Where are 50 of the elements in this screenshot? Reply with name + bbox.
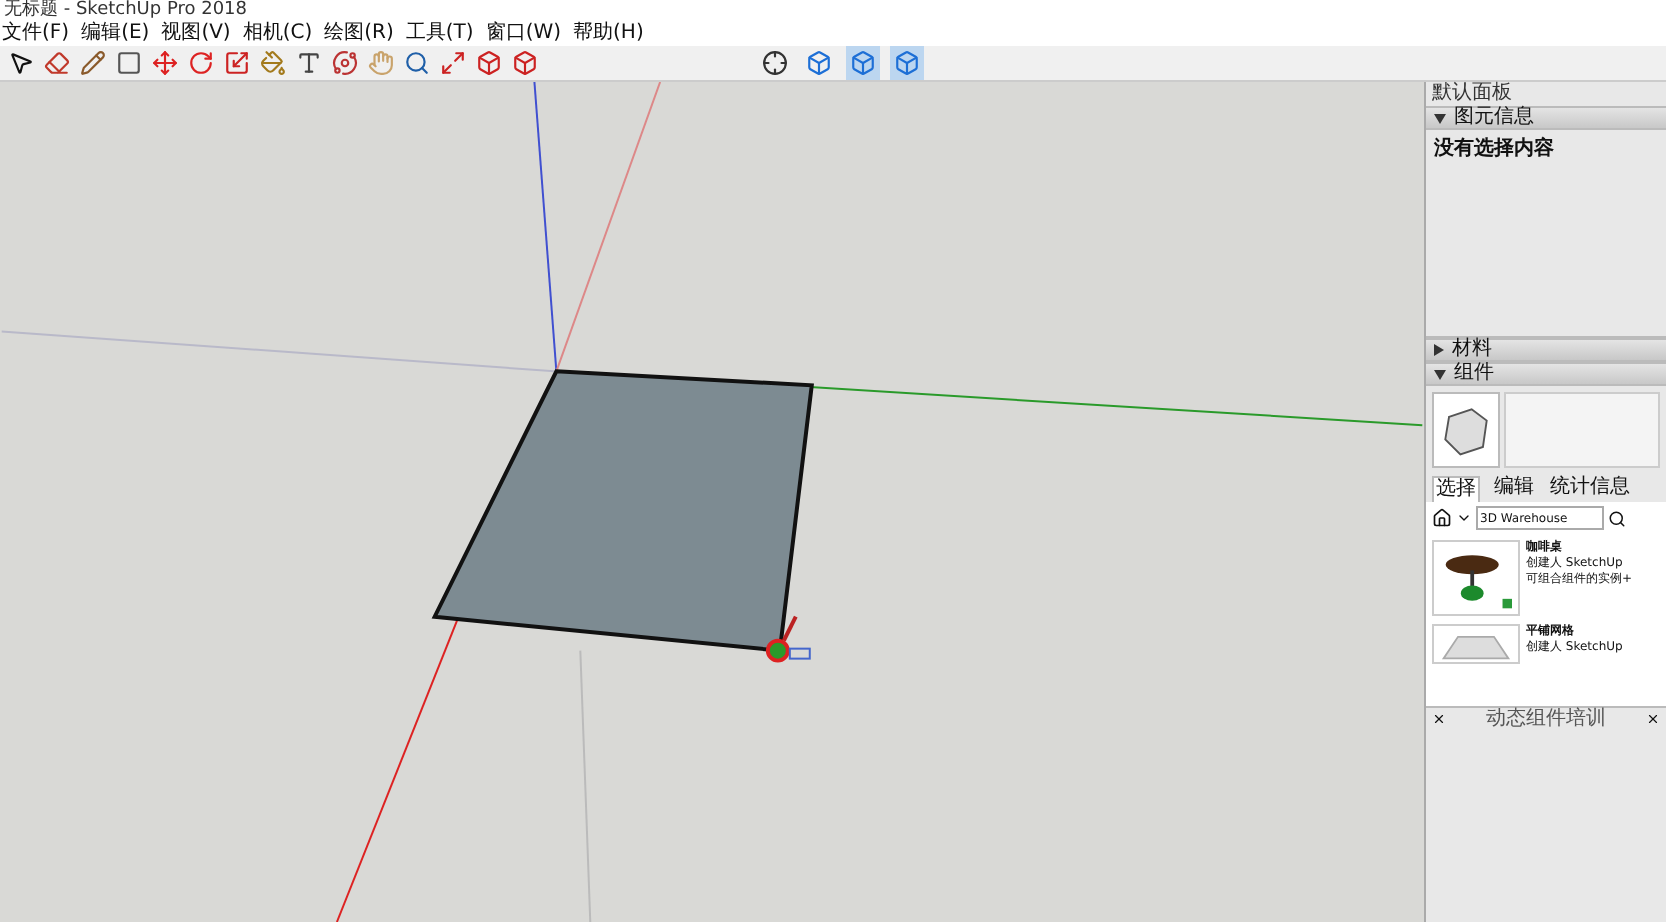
cube-icon bbox=[850, 50, 876, 76]
cube-icon bbox=[894, 50, 920, 76]
scale-icon[interactable] bbox=[224, 50, 250, 76]
component-preview-icon bbox=[1432, 392, 1500, 468]
panel-tab[interactable]: 统计信息 bbox=[1548, 476, 1632, 502]
menu-item[interactable]: 帮助(H) bbox=[573, 22, 644, 46]
cross-icon bbox=[1646, 712, 1660, 726]
panel-tab[interactable]: 编辑 bbox=[1492, 476, 1536, 502]
section-header[interactable]: 组件 bbox=[1426, 362, 1666, 386]
section-title: 组件 bbox=[1454, 364, 1494, 384]
zoom-extents-icon[interactable] bbox=[440, 50, 466, 76]
panel-tab[interactable]: 选择 bbox=[1432, 476, 1480, 502]
tray-title: 默认面板 bbox=[1430, 82, 1512, 106]
cube-icon[interactable] bbox=[476, 50, 502, 76]
menu-item[interactable]: 窗口(W) bbox=[485, 22, 562, 46]
menu-item[interactable]: 相机(C) bbox=[242, 22, 313, 46]
section-title: 图元信息 bbox=[1454, 108, 1534, 128]
menu-item[interactable]: 绘图(R) bbox=[324, 22, 394, 46]
component-name-field[interactable] bbox=[1504, 392, 1660, 468]
menu-item[interactable]: 编辑(E) bbox=[81, 22, 150, 46]
section-header[interactable]: 材料 bbox=[1426, 338, 1666, 362]
select-icon[interactable] bbox=[8, 50, 34, 76]
section-title: 材料 bbox=[1452, 340, 1492, 360]
expanded-triangle-icon[interactable] bbox=[1434, 369, 1446, 379]
table-thumbnail bbox=[1432, 540, 1520, 616]
expanded-triangle-icon[interactable] bbox=[1434, 113, 1446, 123]
entity-info-text: 没有选择内容 bbox=[1434, 138, 1554, 160]
window-title: 无标题 - SketchUp Pro 2018 bbox=[4, 0, 247, 21]
cube-icon[interactable] bbox=[512, 50, 538, 76]
rotate-icon[interactable] bbox=[188, 50, 214, 76]
search-icon[interactable] bbox=[1608, 509, 1626, 527]
grid-thumbnail bbox=[1432, 624, 1520, 664]
menu-item[interactable]: 工具(T) bbox=[405, 22, 474, 46]
cross-icon bbox=[1432, 712, 1446, 726]
crosshair-icon bbox=[762, 50, 788, 76]
cube-icon bbox=[806, 50, 832, 76]
panel-footer-text: 动态组件培训 bbox=[1486, 705, 1606, 734]
pencil-icon[interactable] bbox=[80, 50, 106, 76]
eraser-icon[interactable] bbox=[44, 50, 70, 76]
section-header[interactable]: 图元信息 bbox=[1426, 106, 1666, 130]
text-icon[interactable] bbox=[296, 50, 322, 76]
menu-item[interactable]: 视图(V) bbox=[161, 22, 231, 46]
move-icon[interactable] bbox=[152, 50, 178, 76]
rectangle-icon[interactable] bbox=[116, 50, 142, 76]
paint-bucket-icon[interactable] bbox=[260, 50, 286, 76]
cursor-icon bbox=[765, 615, 811, 663]
view-button[interactable] bbox=[758, 46, 792, 80]
home-icon[interactable] bbox=[1432, 508, 1452, 528]
orbit-icon[interactable] bbox=[332, 50, 358, 76]
menu-item[interactable]: 文件(F) bbox=[2, 22, 70, 46]
